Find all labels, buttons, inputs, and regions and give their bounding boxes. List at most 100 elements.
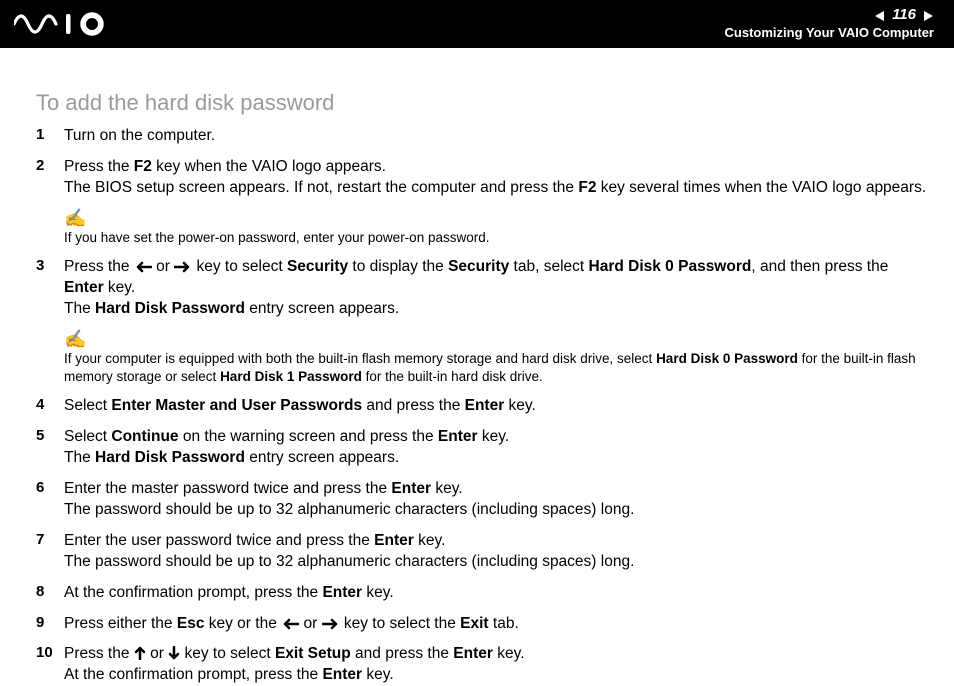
text: The password should be up to 32 alphanum… [64, 501, 634, 518]
text: for the built-in hard disk drive. [362, 369, 543, 384]
arrow-down-icon [168, 645, 180, 662]
note-1: ✍ If you have set the power-on password,… [64, 209, 928, 247]
key-f2: F2 [134, 158, 152, 175]
content: To add the hard disk password 1 Turn on … [0, 48, 954, 686]
text: Select [64, 428, 111, 445]
text: key. [493, 645, 525, 662]
bold: Exit [460, 615, 488, 632]
text: Press either the [64, 615, 177, 632]
step-5: 5 Select Continue on the warning screen … [36, 427, 928, 469]
step-number: 6 [36, 479, 64, 496]
step-body: Select Continue on the warning screen an… [64, 427, 928, 469]
step-body: Press the F2 key when the VAIO logo appe… [64, 157, 928, 199]
text: and press the [362, 397, 465, 414]
bold: Hard Disk 0 Password [589, 258, 752, 275]
text: tab, select [509, 258, 588, 275]
arrow-up-icon [134, 645, 146, 662]
bold: Hard Disk 0 Password [656, 351, 798, 366]
text: tab. [489, 615, 519, 632]
text: , and then press the [751, 258, 888, 275]
text: The BIOS setup screen appears. If not, r… [64, 179, 578, 196]
step-6: 6 Enter the master password twice and pr… [36, 479, 928, 521]
text: Enter the user password twice and press … [64, 532, 374, 549]
note-text: If you have set the power-on password, e… [64, 230, 489, 245]
step-number: 7 [36, 531, 64, 548]
page-number: 116 [886, 7, 922, 24]
text: key. [504, 397, 536, 414]
text: The [64, 300, 95, 317]
text: Turn on the computer. [64, 127, 215, 144]
key-enter: Enter [322, 666, 362, 683]
step-number: 9 [36, 614, 64, 631]
key-enter: Enter [374, 532, 414, 549]
step-body: Press the or key to select Security to d… [64, 257, 928, 320]
note-2: ✍ If your computer is equipped with both… [64, 330, 928, 386]
note-icon: ✍ [64, 330, 928, 348]
step-body: Select Enter Master and User Passwords a… [64, 396, 928, 417]
text: or [152, 258, 174, 275]
text: At the confirmation prompt, press the [64, 666, 322, 683]
text: The [64, 449, 95, 466]
text: key or the [204, 615, 281, 632]
key-enter: Enter [322, 584, 362, 601]
text: entry screen appears. [245, 300, 399, 317]
key-enter: Enter [453, 645, 493, 662]
text: If your computer is equipped with both t… [64, 351, 656, 366]
arrow-right-icon [174, 258, 192, 275]
text: to display the [348, 258, 448, 275]
bold: Continue [111, 428, 178, 445]
step-number: 3 [36, 257, 64, 274]
note-icon: ✍ [64, 209, 928, 227]
step-body: At the confirmation prompt, press the En… [64, 583, 928, 604]
text: key several times when the VAIO logo app… [596, 179, 926, 196]
steps-list: 1 Turn on the computer. 2 Press the F2 k… [36, 126, 928, 686]
step-body: Enter the user password twice and press … [64, 531, 928, 573]
key-f2: F2 [578, 179, 596, 196]
text: Press the [64, 158, 134, 175]
bold: Hard Disk Password [95, 449, 245, 466]
step-8: 8 At the confirmation prompt, press the … [36, 583, 928, 604]
bold: Exit Setup [275, 645, 351, 662]
step-3: 3 Press the or key to select Security to… [36, 257, 928, 320]
step-number: 2 [36, 157, 64, 174]
text: key to select [180, 645, 275, 662]
text: Press the [64, 258, 134, 275]
step-10: 10 Press the or key to select Exit Setup… [36, 644, 928, 686]
text: key to select [192, 258, 287, 275]
arrow-right-icon [322, 615, 340, 632]
step-number: 8 [36, 583, 64, 600]
step-1: 1 Turn on the computer. [36, 126, 928, 147]
text: key. [104, 279, 136, 296]
prev-page-icon[interactable] [874, 10, 886, 22]
header-bar: 116 Customizing Your VAIO Computer [0, 0, 954, 48]
bold: Enter Master and User Passwords [111, 397, 362, 414]
step-9: 9 Press either the Esc key or the or key… [36, 614, 928, 635]
text: Select [64, 397, 111, 414]
next-page-icon[interactable] [922, 10, 934, 22]
key-enter: Enter [438, 428, 478, 445]
key-enter: Enter [465, 397, 505, 414]
step-4: 4 Select Enter Master and User Passwords… [36, 396, 928, 417]
bold: Hard Disk 1 Password [220, 369, 362, 384]
step-number: 10 [36, 644, 64, 661]
step-body: Enter the master password twice and pres… [64, 479, 928, 521]
text: or [146, 645, 168, 662]
arrow-left-icon [134, 258, 152, 275]
vaio-logo [14, 12, 120, 36]
section-name: Customizing Your VAIO Computer [725, 26, 934, 40]
bold: Security [448, 258, 509, 275]
key-esc: Esc [177, 615, 205, 632]
text: key. [478, 428, 510, 445]
text: At the confirmation prompt, press the [64, 584, 322, 601]
text: key. [414, 532, 446, 549]
arrow-left-icon [281, 615, 299, 632]
text: Enter the master password twice and pres… [64, 480, 391, 497]
text: key. [362, 584, 394, 601]
step-number: 5 [36, 427, 64, 444]
step-body: Press either the Esc key or the or key t… [64, 614, 928, 635]
text: key when the VAIO logo appears. [152, 158, 386, 175]
page-badge: 116 Customizing Your VAIO Computer [725, 7, 934, 40]
text: Press the [64, 645, 134, 662]
text: entry screen appears. [245, 449, 399, 466]
text: and press the [351, 645, 454, 662]
